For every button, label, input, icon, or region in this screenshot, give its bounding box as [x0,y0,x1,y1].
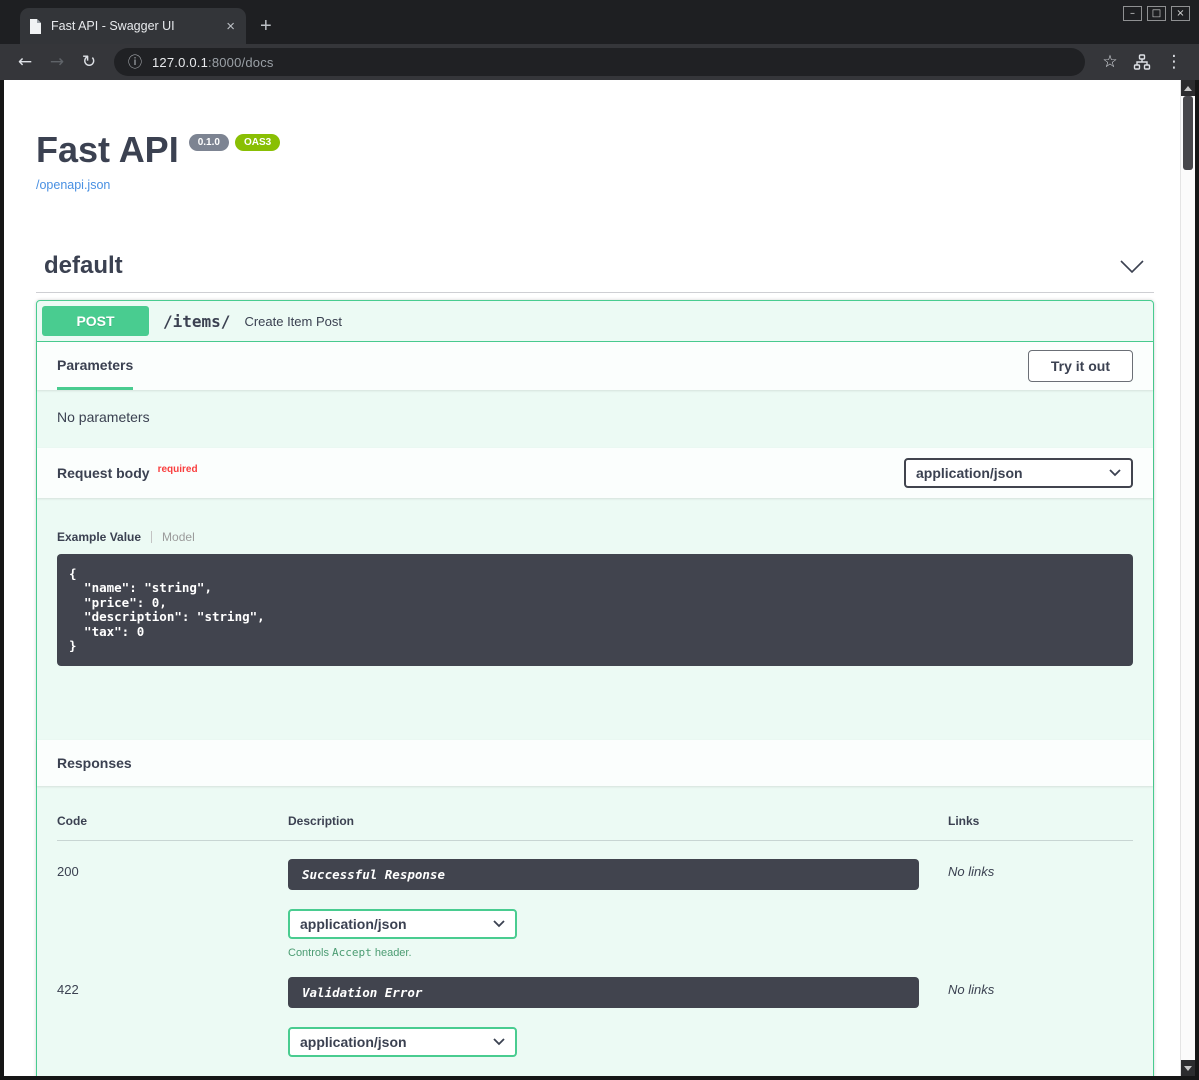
section-header-default[interactable]: default [36,252,1154,293]
browser-window: Fast API - Swagger UI × + – □ × ← → ↻ ⓘ … [0,0,1199,1080]
scroll-down-icon [1184,1066,1192,1071]
request-content-type-select[interactable]: application/json [904,458,1133,488]
response-422-description: Validation Error [288,977,919,1008]
url-path: :8000/docs [208,55,274,70]
response-422-description-cell: Validation Error application/json Exampl… [288,959,948,1076]
forward-icon[interactable]: → [42,48,72,76]
note-prefix: Controls [288,947,332,959]
request-content-type-value: application/json [916,465,1023,481]
method-badge: POST [42,306,149,336]
parameters-header: Parameters Try it out [37,342,1153,390]
swagger-page: Fast API 0.1.0 OAS3 /openapi.json defaul… [4,80,1180,1076]
window-maximize-button[interactable]: □ [1147,6,1166,21]
tab-title: Fast API - Swagger UI [51,19,216,33]
request-body-section: Example Value Model { "name": "string", … [37,498,1153,740]
responses-section: Code Description Links 200 Successful Re… [37,786,1153,1076]
scroll-up-icon [1184,86,1192,91]
links-column-header: Links [948,814,1133,841]
section-title: default [44,252,123,280]
scrollbar-thumb[interactable] [1183,96,1193,170]
tab-close-icon[interactable]: × [224,19,237,34]
chevron-down-icon [1109,469,1121,477]
window-minimize-button[interactable]: – [1123,6,1142,21]
bookmark-star-icon[interactable]: ☆ [1095,48,1125,76]
responses-table: Code Description Links 200 Successful Re… [57,814,1133,1076]
window-controls: – □ × [1123,6,1190,21]
parameters-tab: Parameters [57,342,133,390]
browser-tab[interactable]: Fast API - Swagger UI × [20,8,246,44]
response-200-content-type-value: application/json [300,916,407,932]
url-text: 127.0.0.1:8000/docs [152,55,274,70]
model-tab[interactable]: Model [162,530,195,544]
document-favicon-icon [29,18,43,34]
window-close-button[interactable]: × [1171,6,1190,21]
window-frame: Fast API 0.1.0 OAS3 /openapi.json defaul… [0,80,1199,1080]
request-body-header: Request body required application/json [37,448,1153,498]
chevron-down-icon [493,920,505,928]
back-icon[interactable]: ← [10,48,40,76]
note-suffix: header. [372,947,412,959]
oas3-badge: OAS3 [235,134,280,151]
response-200-content-type-select[interactable]: application/json [288,909,517,939]
tab-divider [151,531,152,543]
response-code-200: 200 [57,841,288,959]
description-column-header: Description [288,814,948,841]
browser-toolbar: ← → ↻ ⓘ 127.0.0.1:8000/docs ☆ ⋮ [0,44,1199,80]
tab-groups-icon[interactable] [1127,48,1157,76]
request-body-label: Request body [57,465,150,481]
responses-header: Responses [37,740,1153,786]
responses-label: Responses [57,755,132,771]
operation-path: /items/ [163,312,230,331]
scroll-up-button[interactable] [1181,80,1195,96]
response-422-content-type-select[interactable]: application/json [288,1027,517,1057]
browser-menu-icon[interactable]: ⋮ [1159,48,1189,76]
no-parameters-text: No parameters [57,409,150,425]
required-label: required [158,464,198,475]
try-it-out-button[interactable]: Try it out [1028,350,1133,382]
address-bar[interactable]: ⓘ 127.0.0.1:8000/docs [114,48,1085,76]
section-default: default POST /items/ Create Item Post [36,252,1154,1076]
response-200-description-cell: Successful Response application/json Con… [288,841,948,959]
response-code-422: 422 [57,959,288,1076]
scroll-down-button[interactable] [1181,1060,1195,1076]
new-tab-button[interactable]: + [260,16,272,36]
model-example-tabs: Example Value Model [57,530,1133,544]
parameters-body: No parameters [37,390,1153,448]
reload-icon[interactable]: ↻ [74,48,104,76]
opblock-post-items: POST /items/ Create Item Post Parameters… [36,300,1154,1076]
site-info-icon[interactable]: ⓘ [128,52,142,72]
code-column-header: Code [57,814,288,841]
chevron-down-icon[interactable] [1120,260,1144,273]
controls-accept-note: Controls Accept header. [288,946,919,959]
response-422-links: No links [948,959,1133,1076]
example-value-tab[interactable]: Example Value [57,530,141,544]
scrollbar[interactable] [1180,80,1195,1076]
operation-summary[interactable]: POST /items/ Create Item Post [37,301,1153,342]
api-info: Fast API 0.1.0 OAS3 /openapi.json [36,80,1154,194]
titlebar: Fast API - Swagger UI × + – □ × [0,0,1199,44]
note-accept-code: Accept [332,946,372,959]
openapi-spec-link[interactable]: /openapi.json [36,178,110,192]
url-host: 127.0.0.1 [152,55,208,70]
version-badge: 0.1.0 [189,134,229,151]
page-title: Fast API [36,132,179,168]
chevron-down-icon [493,1038,505,1046]
operation-description: Create Item Post [244,314,342,329]
example-json-code: { "name": "string", "price": 0, "descrip… [57,554,1133,666]
response-422-content-type-value: application/json [300,1034,407,1050]
response-200-description: Successful Response [288,859,919,890]
response-200-links: No links [948,841,1133,959]
